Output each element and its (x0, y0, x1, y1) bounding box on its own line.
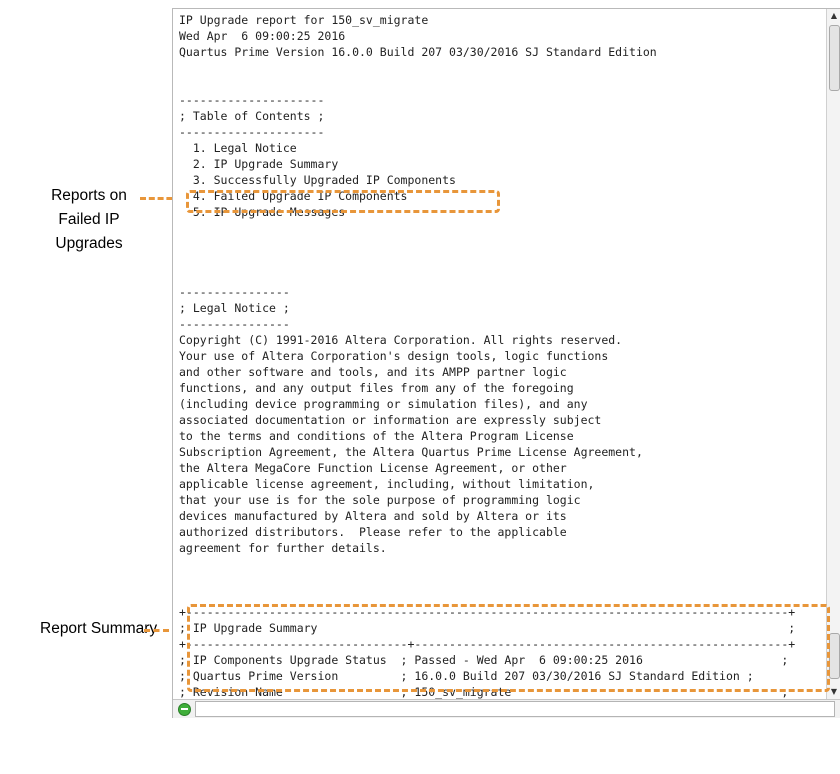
callout-failed-upgrades: Reports on Failed IP Upgrades (51, 187, 127, 252)
scroll-up-arrow-icon[interactable]: ▲ (827, 9, 840, 23)
command-bar (173, 699, 840, 718)
report-text: IP Upgrade report for 150_sv_migrate Wed… (179, 13, 796, 699)
highlight-report-summary (187, 604, 830, 692)
scroll-thumb[interactable] (829, 25, 840, 91)
scroll-thumb-secondary[interactable] (829, 633, 840, 679)
vertical-scrollbar[interactable]: ▲ ▼ (826, 9, 840, 699)
status-ok-icon (178, 703, 191, 716)
report-text-area[interactable]: IP Upgrade report for 150_sv_migrate Wed… (173, 9, 825, 699)
highlight-failed-upgrade (186, 190, 500, 213)
command-input[interactable] (195, 701, 835, 717)
callout-report-summary: Report Summary (40, 620, 158, 637)
